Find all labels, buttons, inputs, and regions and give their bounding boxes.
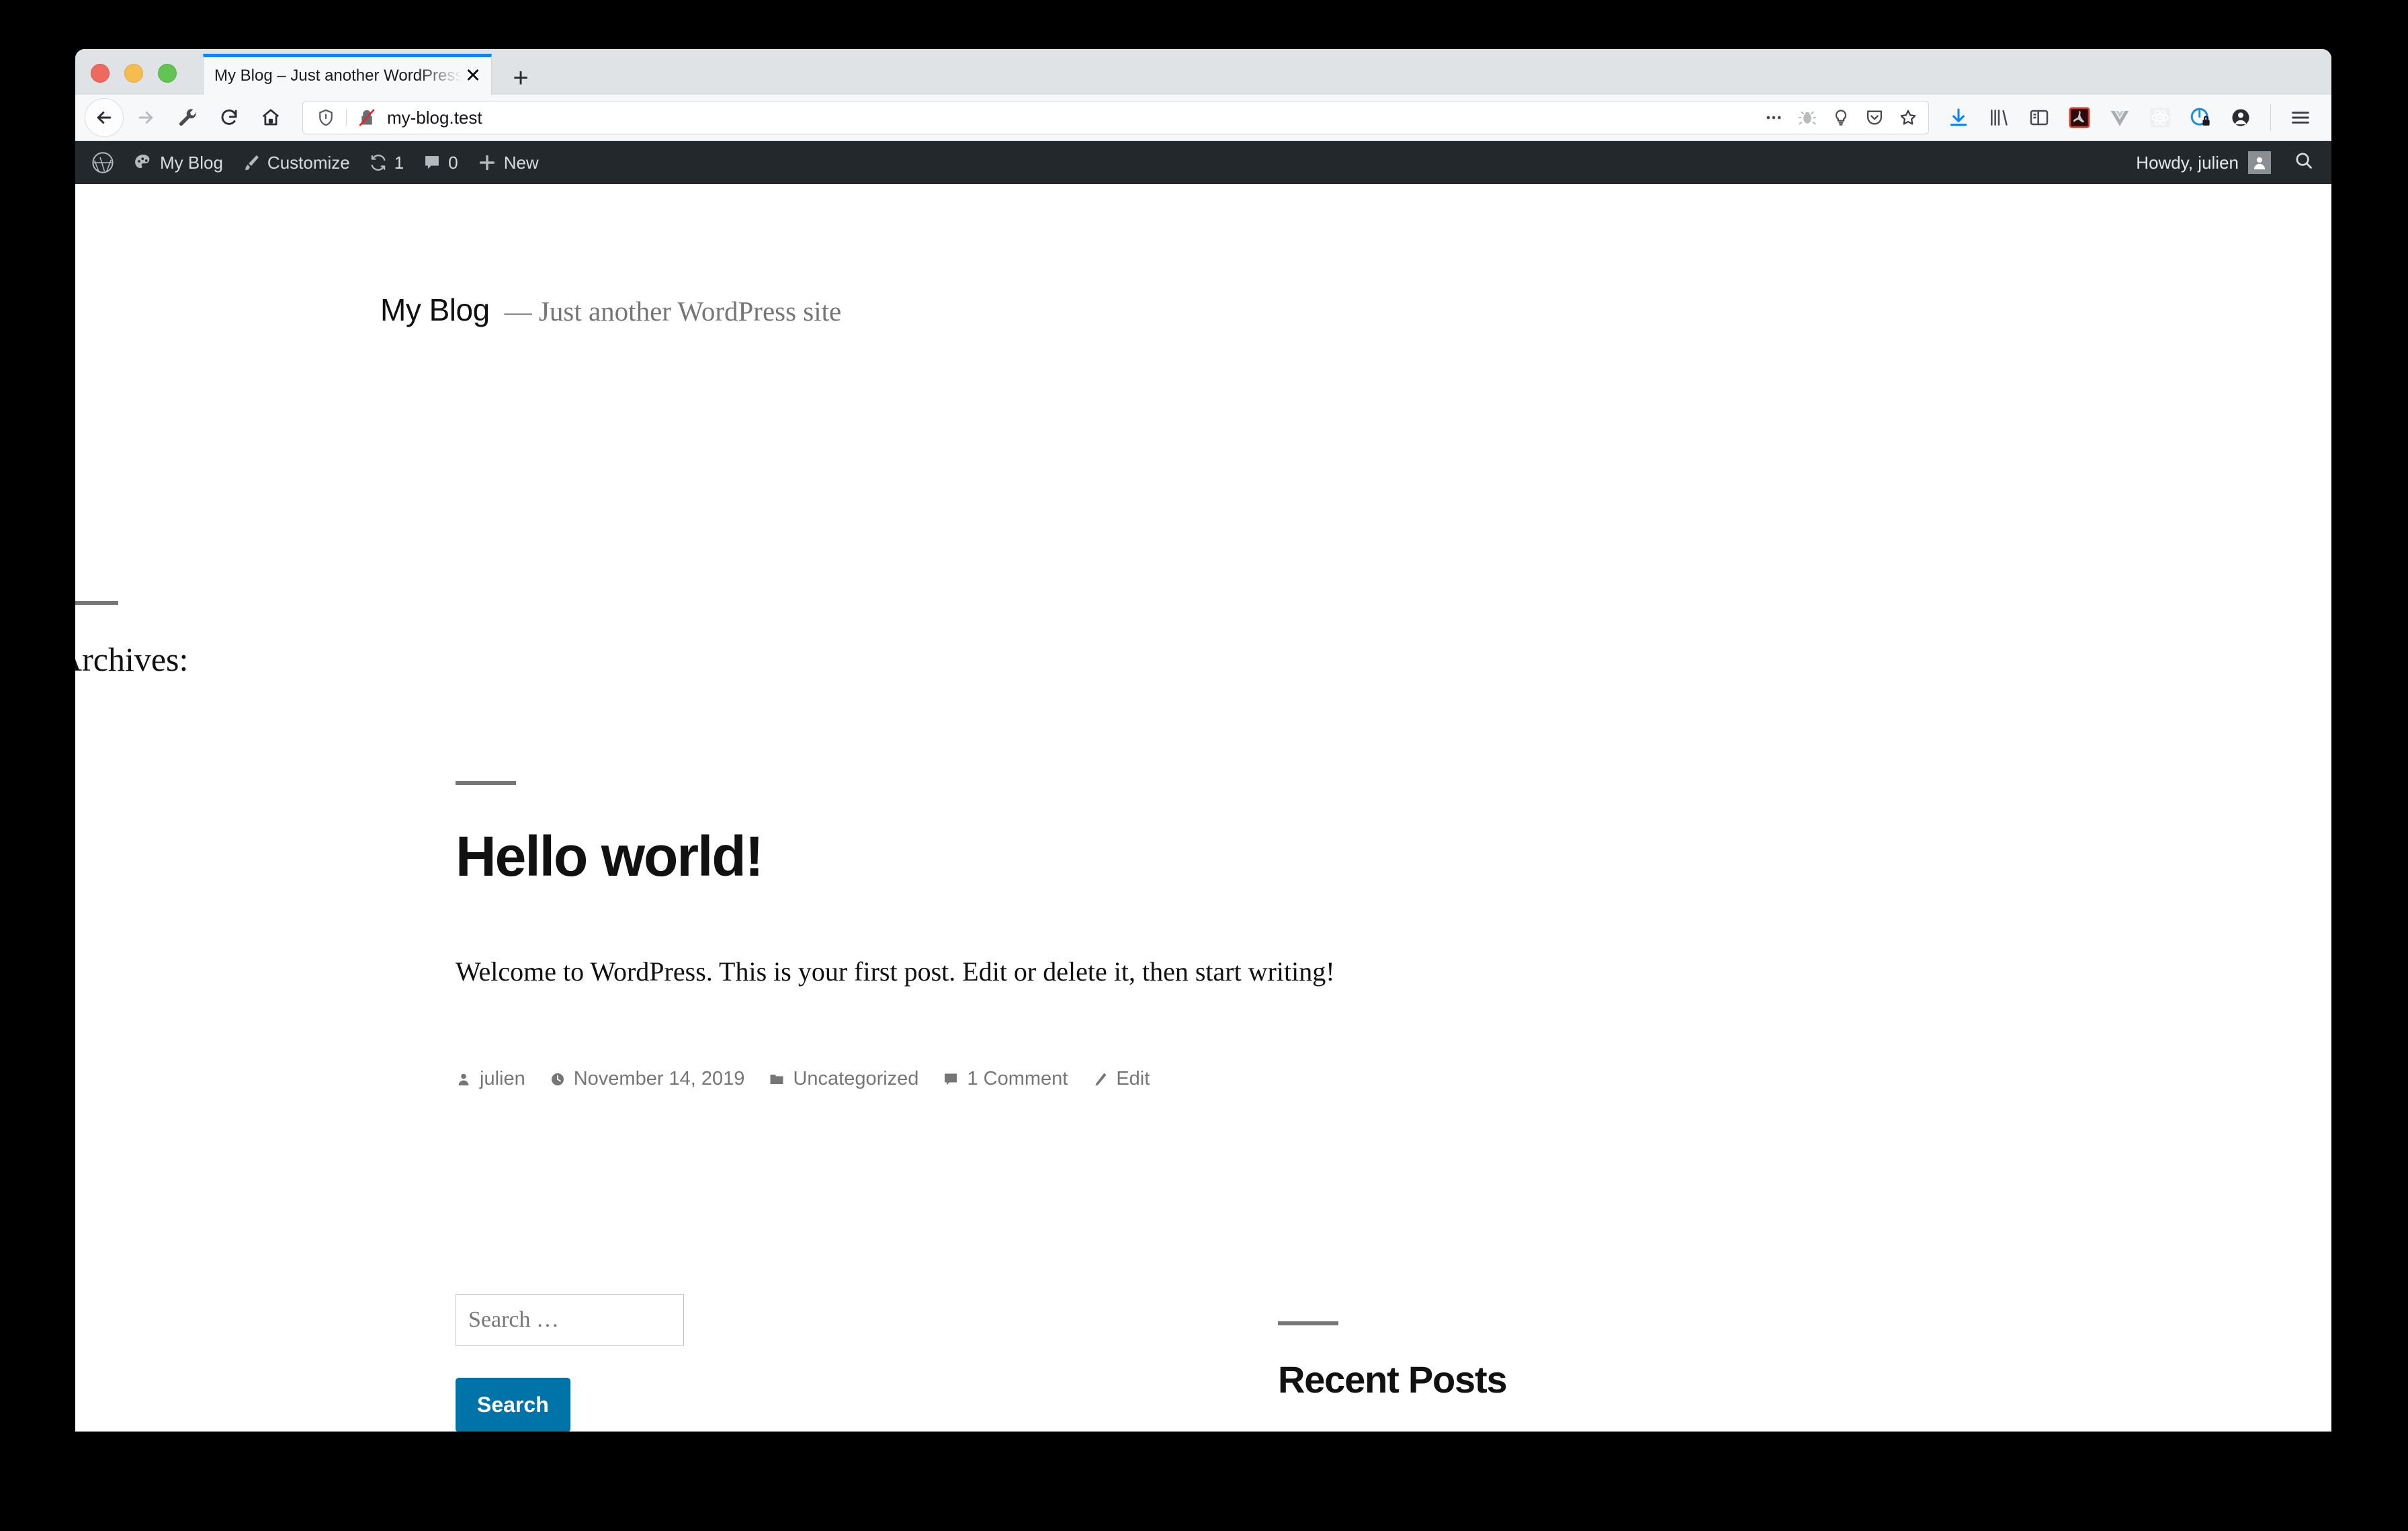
post-comments-label: 1 Comment (967, 1068, 1068, 1090)
recent-posts-title: Recent Posts (1278, 1358, 1508, 1401)
reload-icon[interactable] (210, 98, 249, 137)
folder-icon (769, 1071, 785, 1087)
adminbar-item-updates[interactable]: 1 (359, 141, 413, 184)
tab-strip: My Blog – Just another WordPress s ✕ + (75, 49, 2331, 95)
wordpress-admin-bar: My Blog Customize 1 0 New Howdy, julien (75, 141, 2331, 184)
archive-title: Archives: (75, 640, 189, 678)
adminbar-updates-count: 1 (394, 152, 404, 173)
post-author[interactable]: julien (456, 1068, 525, 1090)
maximize-window-button[interactable] (158, 64, 177, 83)
bookmark-star-icon[interactable] (1895, 104, 1922, 131)
search-submit-button[interactable]: Search (456, 1378, 570, 1432)
react-devtools-icon[interactable] (2143, 100, 2178, 135)
adminbar-account-menu[interactable]: Howdy, julien (2126, 151, 2280, 174)
downloads-icon[interactable] (1941, 100, 1976, 135)
new-tab-icon[interactable]: + (505, 63, 536, 93)
account-icon[interactable] (2223, 100, 2258, 135)
window-controls (91, 64, 177, 83)
browser-toolbar: my-blog.test (75, 95, 2331, 141)
pencil-icon (1092, 1071, 1108, 1087)
adminbar-item-customize[interactable]: Customize (232, 141, 359, 184)
privacy-timer-icon[interactable] (2183, 100, 2218, 135)
back-icon[interactable] (85, 98, 124, 137)
search-input[interactable]: Search … (456, 1294, 684, 1346)
post-category[interactable]: Uncategorized (769, 1068, 918, 1090)
browser-window: My Blog – Just another WordPress s ✕ + m… (75, 49, 2331, 1432)
comment-bubble-icon (423, 153, 441, 172)
url-text: my-blog.test (387, 107, 482, 128)
pocket-icon[interactable] (1861, 104, 1888, 131)
post-date-label: November 14, 2019 (573, 1068, 745, 1090)
address-bar-divider (346, 109, 347, 126)
adminbar-customize-label: Customize (267, 152, 350, 173)
person-icon (456, 1071, 472, 1087)
adminbar-howdy-label: Howdy, julien (2136, 152, 2239, 173)
insecure-padlock-icon[interactable] (353, 104, 380, 131)
adobe-pdf-icon[interactable] (2062, 100, 2097, 135)
entry-rule (456, 781, 516, 785)
archive-rule (75, 601, 118, 605)
recent-posts-rule (1278, 1321, 1338, 1325)
forward-icon[interactable] (126, 98, 165, 137)
post-category-label: Uncategorized (793, 1068, 919, 1090)
sidebar-icon[interactable] (2022, 100, 2057, 135)
plus-icon (477, 153, 497, 173)
minimize-window-button[interactable] (124, 64, 143, 83)
adminbar-wp-logo[interactable] (91, 141, 124, 184)
devtools-wrench-icon[interactable] (168, 98, 207, 137)
vue-devtools-icon[interactable] (2102, 100, 2137, 135)
toolbar-divider (2270, 104, 2271, 131)
browser-tab-active[interactable]: My Blog – Just another WordPress s ✕ (203, 54, 492, 95)
app-menu-icon[interactable] (2283, 100, 2318, 135)
adminbar-new-label: New (503, 152, 539, 173)
close-tab-icon[interactable]: ✕ (462, 65, 484, 87)
site-title[interactable]: My Blog (380, 292, 490, 328)
page-actions-ellipsis-icon[interactable] (1760, 104, 1787, 131)
adminbar-item-site-name[interactable]: My Blog (124, 141, 232, 184)
post-date[interactable]: November 14, 2019 (550, 1068, 745, 1090)
post-article: Hello world! Welcome to WordPress. This … (456, 781, 1335, 1090)
bug-icon[interactable] (1794, 104, 1821, 131)
site-description: Just another WordPress site (505, 295, 841, 327)
adminbar-item-comments[interactable]: 0 (413, 141, 467, 184)
post-edit-link[interactable]: Edit (1092, 1068, 1150, 1090)
page-content: My Blog Just another WordPress site Arch… (75, 184, 2331, 1432)
comment-icon (943, 1071, 959, 1087)
site-branding: My Blog Just another WordPress site (380, 292, 841, 328)
recent-posts-widget: Recent Posts Hello world! (1278, 1321, 1508, 1432)
home-icon[interactable] (251, 98, 290, 137)
brush-icon (242, 153, 261, 172)
library-icon[interactable] (1981, 100, 2016, 135)
post-title-link[interactable]: Hello world! (456, 827, 1335, 886)
clock-icon (550, 1071, 566, 1087)
reader-lightbulb-icon[interactable] (1828, 104, 1854, 131)
search-widget: Search … Search (456, 1294, 684, 1432)
search-magnifier-icon (2294, 151, 2314, 175)
updates-icon (369, 153, 388, 172)
post-edit-label: Edit (1116, 1068, 1150, 1090)
extension-toolbar (1941, 100, 2318, 135)
post-author-label: julien (480, 1068, 525, 1090)
tab-title: My Blog – Just another WordPress s (214, 67, 462, 85)
archive-header: Archives: (75, 601, 188, 679)
avatar (2248, 151, 2271, 174)
post-meta: julien November 14, 2019 Uncategorized 1… (456, 1068, 1335, 1090)
adminbar-search-button[interactable] (2280, 151, 2319, 175)
close-window-button[interactable] (91, 64, 110, 83)
address-bar[interactable]: my-blog.test (302, 101, 1929, 134)
post-excerpt: Welcome to WordPress. This is your first… (456, 956, 1335, 987)
adminbar-item-new[interactable]: New (468, 141, 548, 184)
wordpress-logo-icon (91, 151, 114, 174)
dashboard-palette-icon (133, 153, 153, 173)
adminbar-comments-count: 0 (448, 152, 458, 173)
tracking-protection-shield-icon[interactable] (312, 104, 339, 131)
post-comments[interactable]: 1 Comment (943, 1068, 1068, 1090)
adminbar-site-name-label: My Blog (160, 152, 223, 173)
